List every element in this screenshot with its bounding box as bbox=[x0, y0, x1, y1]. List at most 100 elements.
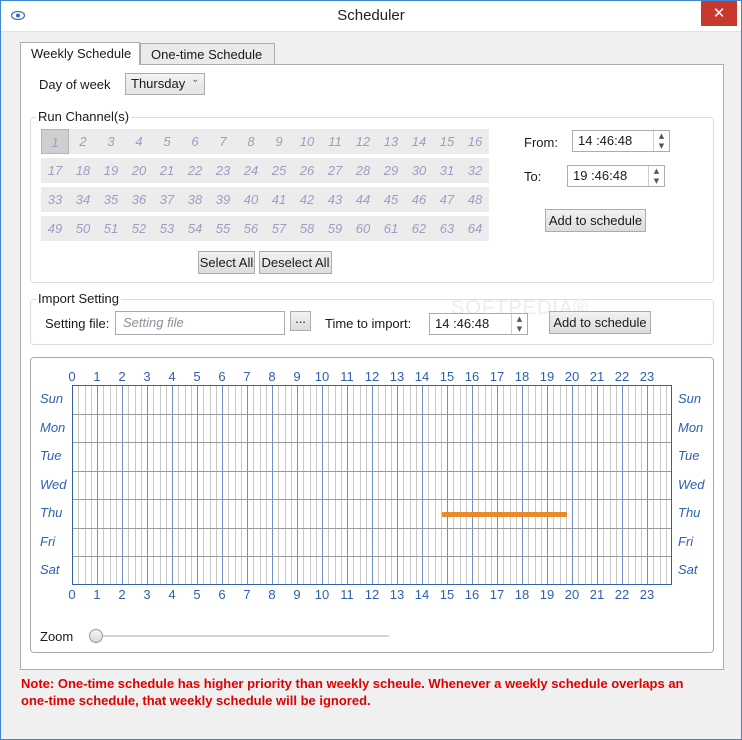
channel-47-toggle[interactable]: 47 bbox=[433, 187, 461, 212]
channel-18-toggle[interactable]: 18 bbox=[69, 158, 97, 183]
spin-up-icon[interactable]: ▲ bbox=[511, 314, 527, 324]
channel-8-toggle[interactable]: 8 bbox=[237, 129, 265, 154]
import-time-spinner[interactable]: 14 :46:48 ▲ ▼ bbox=[429, 313, 528, 335]
channel-29-toggle[interactable]: 29 bbox=[377, 158, 405, 183]
tab-one-time-schedule[interactable]: One-time Schedule bbox=[140, 43, 275, 64]
channel-21-toggle[interactable]: 21 bbox=[153, 158, 181, 183]
channel-33-toggle[interactable]: 33 bbox=[41, 187, 69, 212]
spin-up-icon[interactable]: ▲ bbox=[648, 166, 664, 176]
tab-weekly-schedule[interactable]: Weekly Schedule bbox=[20, 42, 140, 65]
channel-6-toggle[interactable]: 6 bbox=[181, 129, 209, 154]
channel-1-toggle[interactable]: 1 bbox=[41, 129, 69, 154]
channel-54-toggle[interactable]: 54 bbox=[181, 216, 209, 241]
channel-37-toggle[interactable]: 37 bbox=[153, 187, 181, 212]
top-hour-label: 4 bbox=[168, 369, 176, 384]
channel-39-toggle[interactable]: 39 bbox=[209, 187, 237, 212]
channel-30-toggle[interactable]: 30 bbox=[405, 158, 433, 183]
channel-36-toggle[interactable]: 36 bbox=[125, 187, 153, 212]
spin-down-icon[interactable]: ▼ bbox=[511, 324, 527, 334]
top-hour-label: 21 bbox=[589, 369, 605, 384]
channel-49-toggle[interactable]: 49 bbox=[41, 216, 69, 241]
add-to-schedule-button[interactable]: Add to schedule bbox=[545, 209, 646, 232]
channel-9-toggle[interactable]: 9 bbox=[265, 129, 293, 154]
channel-51-toggle[interactable]: 51 bbox=[97, 216, 125, 241]
channel-40-toggle[interactable]: 40 bbox=[237, 187, 265, 212]
channel-59-toggle[interactable]: 59 bbox=[321, 216, 349, 241]
channel-4-toggle[interactable]: 4 bbox=[125, 129, 153, 154]
channel-17-toggle[interactable]: 17 bbox=[41, 158, 69, 183]
channel-35-toggle[interactable]: 35 bbox=[97, 187, 125, 212]
channel-26-toggle[interactable]: 26 bbox=[293, 158, 321, 183]
channel-62-toggle[interactable]: 62 bbox=[405, 216, 433, 241]
channel-13-toggle[interactable]: 13 bbox=[377, 129, 405, 154]
channel-44-toggle[interactable]: 44 bbox=[349, 187, 377, 212]
channel-60-toggle[interactable]: 60 bbox=[349, 216, 377, 241]
spin-down-icon[interactable]: ▼ bbox=[653, 141, 669, 151]
zoom-slider-track[interactable] bbox=[96, 635, 389, 637]
schedule-grid[interactable] bbox=[72, 385, 672, 585]
zoom-slider-thumb[interactable] bbox=[89, 629, 103, 643]
quarter-gridline bbox=[503, 386, 505, 584]
channel-58-toggle[interactable]: 58 bbox=[293, 216, 321, 241]
channel-12-toggle[interactable]: 12 bbox=[349, 129, 377, 154]
channel-19-toggle[interactable]: 19 bbox=[97, 158, 125, 183]
close-button[interactable]: ✕ bbox=[701, 1, 737, 26]
channel-7-toggle[interactable]: 7 bbox=[209, 129, 237, 154]
channel-45-toggle[interactable]: 45 bbox=[377, 187, 405, 212]
quarter-gridline bbox=[603, 386, 605, 584]
channel-53-toggle[interactable]: 53 bbox=[153, 216, 181, 241]
hour-gridline bbox=[272, 386, 273, 584]
channel-16-toggle[interactable]: 16 bbox=[461, 129, 489, 154]
channel-5-toggle[interactable]: 5 bbox=[153, 129, 181, 154]
channel-56-toggle[interactable]: 56 bbox=[237, 216, 265, 241]
quarter-gridline bbox=[453, 386, 455, 584]
setting-file-input[interactable]: Setting file bbox=[115, 311, 285, 335]
channel-52-toggle[interactable]: 52 bbox=[125, 216, 153, 241]
channel-38-toggle[interactable]: 38 bbox=[181, 187, 209, 212]
hour-gridline bbox=[147, 386, 148, 584]
channel-20-toggle[interactable]: 20 bbox=[125, 158, 153, 183]
schedule-entry-bar[interactable] bbox=[441, 511, 567, 517]
deselect-all-button[interactable]: Deselect All bbox=[259, 251, 332, 274]
import-add-to-schedule-button[interactable]: Add to schedule bbox=[549, 311, 651, 334]
channel-43-toggle[interactable]: 43 bbox=[321, 187, 349, 212]
channel-24-toggle[interactable]: 24 bbox=[237, 158, 265, 183]
channel-42-toggle[interactable]: 42 bbox=[293, 187, 321, 212]
channel-15-toggle[interactable]: 15 bbox=[433, 129, 461, 154]
channel-41-toggle[interactable]: 41 bbox=[265, 187, 293, 212]
select-all-button[interactable]: Select All bbox=[198, 251, 255, 274]
channel-32-toggle[interactable]: 32 bbox=[461, 158, 489, 183]
to-time-spinner[interactable]: 19 :46:48 ▲ ▼ bbox=[567, 165, 665, 187]
channel-57-toggle[interactable]: 57 bbox=[265, 216, 293, 241]
channel-31-toggle[interactable]: 31 bbox=[433, 158, 461, 183]
channel-61-toggle[interactable]: 61 bbox=[377, 216, 405, 241]
from-time-spinner[interactable]: 14 :46:48 ▲ ▼ bbox=[572, 130, 670, 152]
channel-63-toggle[interactable]: 63 bbox=[433, 216, 461, 241]
channel-3-toggle[interactable]: 3 bbox=[97, 129, 125, 154]
channel-25-toggle[interactable]: 25 bbox=[265, 158, 293, 183]
quarter-gridline bbox=[165, 386, 167, 584]
channel-14-toggle[interactable]: 14 bbox=[405, 129, 433, 154]
channel-23-toggle[interactable]: 23 bbox=[209, 158, 237, 183]
channel-48-toggle[interactable]: 48 bbox=[461, 187, 489, 212]
channel-10-toggle[interactable]: 10 bbox=[293, 129, 321, 154]
channel-64-toggle[interactable]: 64 bbox=[461, 216, 489, 241]
left-day-label: Wed bbox=[40, 476, 67, 492]
channel-28-toggle[interactable]: 28 bbox=[349, 158, 377, 183]
channel-34-toggle[interactable]: 34 bbox=[69, 187, 97, 212]
channel-55-toggle[interactable]: 55 bbox=[209, 216, 237, 241]
quarter-gridline bbox=[265, 386, 267, 584]
channel-27-toggle[interactable]: 27 bbox=[321, 158, 349, 183]
channel-22-toggle[interactable]: 22 bbox=[181, 158, 209, 183]
channel-50-toggle[interactable]: 50 bbox=[69, 216, 97, 241]
spin-down-icon[interactable]: ▼ bbox=[648, 176, 664, 186]
quarter-gridline bbox=[309, 386, 311, 584]
bottom-hour-label: 11 bbox=[340, 587, 354, 602]
spin-up-icon[interactable]: ▲ bbox=[653, 131, 669, 141]
channel-2-toggle[interactable]: 2 bbox=[69, 129, 97, 154]
day-of-week-select[interactable]: Thursday ⌄ bbox=[125, 73, 205, 95]
channel-11-toggle[interactable]: 11 bbox=[321, 129, 349, 154]
channel-46-toggle[interactable]: 46 bbox=[405, 187, 433, 212]
bottom-hour-label: 14 bbox=[414, 587, 430, 602]
browse-button[interactable]: ... bbox=[290, 311, 311, 331]
